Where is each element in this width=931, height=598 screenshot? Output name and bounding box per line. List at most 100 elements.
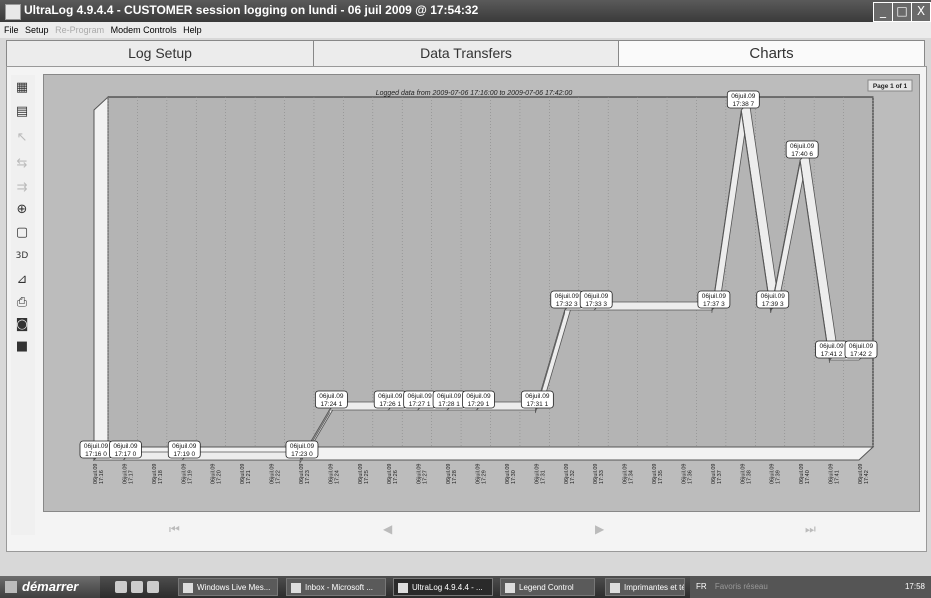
ie-icon[interactable] xyxy=(115,581,127,593)
x-tick-time: 17:18 xyxy=(158,470,164,484)
x-tick-label: 06juil.09 17:25 xyxy=(358,464,370,485)
x-tick-time: 17:31 xyxy=(540,470,546,484)
page-icon[interactable]: ▢ xyxy=(13,224,31,242)
tab-charts[interactable]: Charts xyxy=(618,40,925,66)
data-label-date: 06juil.09 xyxy=(437,393,462,400)
x-tick-time: 17:39 xyxy=(776,470,782,484)
x-tick-time: 17:36 xyxy=(687,470,693,484)
minimize-button[interactable]: _ xyxy=(873,2,893,22)
x-tick-label: 06juil.09 17:27 xyxy=(417,464,429,485)
desktop-icon[interactable] xyxy=(147,581,159,593)
x-tick-label: 06juil.09 17:37 xyxy=(711,464,723,485)
data-label-value: 17:38 7 xyxy=(732,101,754,108)
calendar-icon[interactable]: ▤ xyxy=(13,103,31,121)
x-tick-time: 17:34 xyxy=(629,470,635,484)
x-tick-time: 17:30 xyxy=(511,470,517,484)
data-label-value: 17:28 1 xyxy=(438,401,460,408)
next-page-button[interactable]: ▶ xyxy=(595,522,604,536)
menu-reprogram[interactable]: Re-Program xyxy=(55,22,104,38)
printer-icon xyxy=(610,583,620,593)
menu-file[interactable]: File xyxy=(4,22,19,38)
page-label: Page 1 of 1 xyxy=(873,83,908,90)
data-label-value: 17:37 3 xyxy=(703,301,725,308)
data-label-date: 06juil.09 xyxy=(319,393,344,400)
x-tick-time: 17:27 xyxy=(423,470,429,484)
data-label-value: 17:32 3 xyxy=(556,301,578,308)
data-label-date: 06juil.09 xyxy=(702,293,727,300)
x-tick-label: 06juil.09 17:38 xyxy=(740,464,752,485)
data-label-value: 17:24 1 xyxy=(321,401,343,408)
camera-icon[interactable]: ◙ xyxy=(13,316,31,334)
maximize-button[interactable]: □ xyxy=(892,2,912,22)
task-legend-control[interactable]: Legend Control xyxy=(500,578,595,596)
x-tick-time: 17:21 xyxy=(246,470,252,484)
language-indicator[interactable]: FR xyxy=(696,582,707,591)
x-tick-time: 17:41 xyxy=(835,470,841,484)
x-tick-time: 17:23 xyxy=(305,470,311,484)
zoom-icon[interactable]: ⊕ xyxy=(13,201,31,219)
save-icon[interactable]: ■ xyxy=(13,338,31,356)
data-label-value: 17:16 0 xyxy=(85,451,107,458)
prev-page-button[interactable]: ◀ xyxy=(383,522,392,536)
x-tick-label: 06juil.09 17:40 xyxy=(799,464,811,485)
swap-icon[interactable]: ⇆ xyxy=(13,155,31,173)
data-label-value: 17:27 1 xyxy=(409,401,431,408)
chart-toolbar: ▦ ▤ ↖ ⇆ ⇉ ⊕ ▢ 3D ⊿ ⎙ ◙ ■ xyxy=(11,75,35,535)
menu-bar: File Setup Re-Program Modem Controls Hel… xyxy=(0,22,931,38)
grid-icon[interactable]: ▦ xyxy=(13,79,31,97)
data-label-date: 06juil.09 xyxy=(172,443,197,450)
data-label: 06juil.0917:31 1 xyxy=(520,390,554,409)
data-label-date: 06juil.09 xyxy=(584,293,609,300)
x-tick-time: 17:32 xyxy=(570,470,576,484)
x-tick-label: 06juil.09 17:29 xyxy=(476,464,488,485)
tab-log-setup[interactable]: Log Setup xyxy=(6,40,314,66)
x-tick-label: 06juil.09 17:36 xyxy=(681,464,693,485)
x-tick-label: 06juil.09 17:41 xyxy=(829,464,841,485)
data-label-value: 17:29 1 xyxy=(468,401,490,408)
x-tick-label: 06juil.09 17:32 xyxy=(564,464,576,485)
messenger-icon xyxy=(183,583,193,593)
tab-data-transfers[interactable]: Data Transfers xyxy=(313,40,619,66)
last-page-button[interactable]: ⏭ xyxy=(805,522,816,537)
x-tick-label: 06juil.09 17:23 xyxy=(299,464,311,485)
start-button[interactable]: démarrer xyxy=(0,576,100,598)
3d-icon[interactable]: 3D xyxy=(13,247,31,265)
task-printers[interactable]: Imprimantes et tél... xyxy=(605,578,685,596)
data-label-value: 17:17 0 xyxy=(115,451,137,458)
chart-title: Logged data from 2009-07-06 17:16:00 to … xyxy=(376,90,573,97)
x-tick-label: 06juil.09 17:28 xyxy=(446,464,458,485)
data-label-date: 06juil.09 xyxy=(790,143,815,150)
pointer-icon[interactable]: ↖ xyxy=(13,129,31,147)
arrows-icon[interactable]: ⇉ xyxy=(13,179,31,197)
data-label: 06juil.0917:17 0 xyxy=(109,440,142,459)
x-tick-time: 17:20 xyxy=(217,470,223,484)
first-page-button[interactable]: ⏮ xyxy=(169,522,180,537)
task-inbox[interactable]: Inbox - Microsoft ... xyxy=(286,578,386,596)
task-ultralog[interactable]: UltraLog 4.9.4.4 - ... xyxy=(393,578,493,596)
task-windows-live[interactable]: Windows Live Mes... xyxy=(178,578,278,596)
network-favorites[interactable]: Favoris réseau xyxy=(715,582,768,591)
quicklaunch-icon[interactable] xyxy=(131,581,143,593)
data-label: 06juil.0917:28 1 xyxy=(432,390,466,409)
app-icon xyxy=(5,4,21,20)
data-label-date: 06juil.09 xyxy=(113,443,138,450)
data-label: 06juil.0917:29 1 xyxy=(462,390,495,409)
x-tick-time: 17:24 xyxy=(334,470,340,484)
chart-left-wall xyxy=(93,95,109,462)
data-label-value: 17:40 6 xyxy=(791,151,813,158)
menu-help[interactable]: Help xyxy=(183,22,202,38)
data-label: 06juil.0917:41 2 xyxy=(815,340,848,359)
data-label-date: 06juil.09 xyxy=(378,393,403,400)
data-label-date: 06juil.09 xyxy=(84,443,109,450)
title-bar: UltraLog 4.9.4.4 - CUSTOMER session logg… xyxy=(0,0,931,22)
x-tick-time: 17:26 xyxy=(393,470,399,484)
x-tick-label: 06juil.09 17:39 xyxy=(770,464,782,485)
data-label: 06juil.0917:32 3 xyxy=(550,290,584,309)
chart-area: Logged data from 2009-07-06 17:16:00 to … xyxy=(43,74,920,512)
menu-setup[interactable]: Setup xyxy=(25,22,49,38)
close-button[interactable]: X xyxy=(911,2,931,22)
menu-modem-controls[interactable]: Modem Controls xyxy=(111,22,177,38)
print-icon[interactable]: ⎙ xyxy=(13,294,31,312)
chart-icon[interactable]: ⊿ xyxy=(13,271,31,289)
taskbar: démarrer Windows Live Mes... Inbox - Mic… xyxy=(0,576,931,598)
